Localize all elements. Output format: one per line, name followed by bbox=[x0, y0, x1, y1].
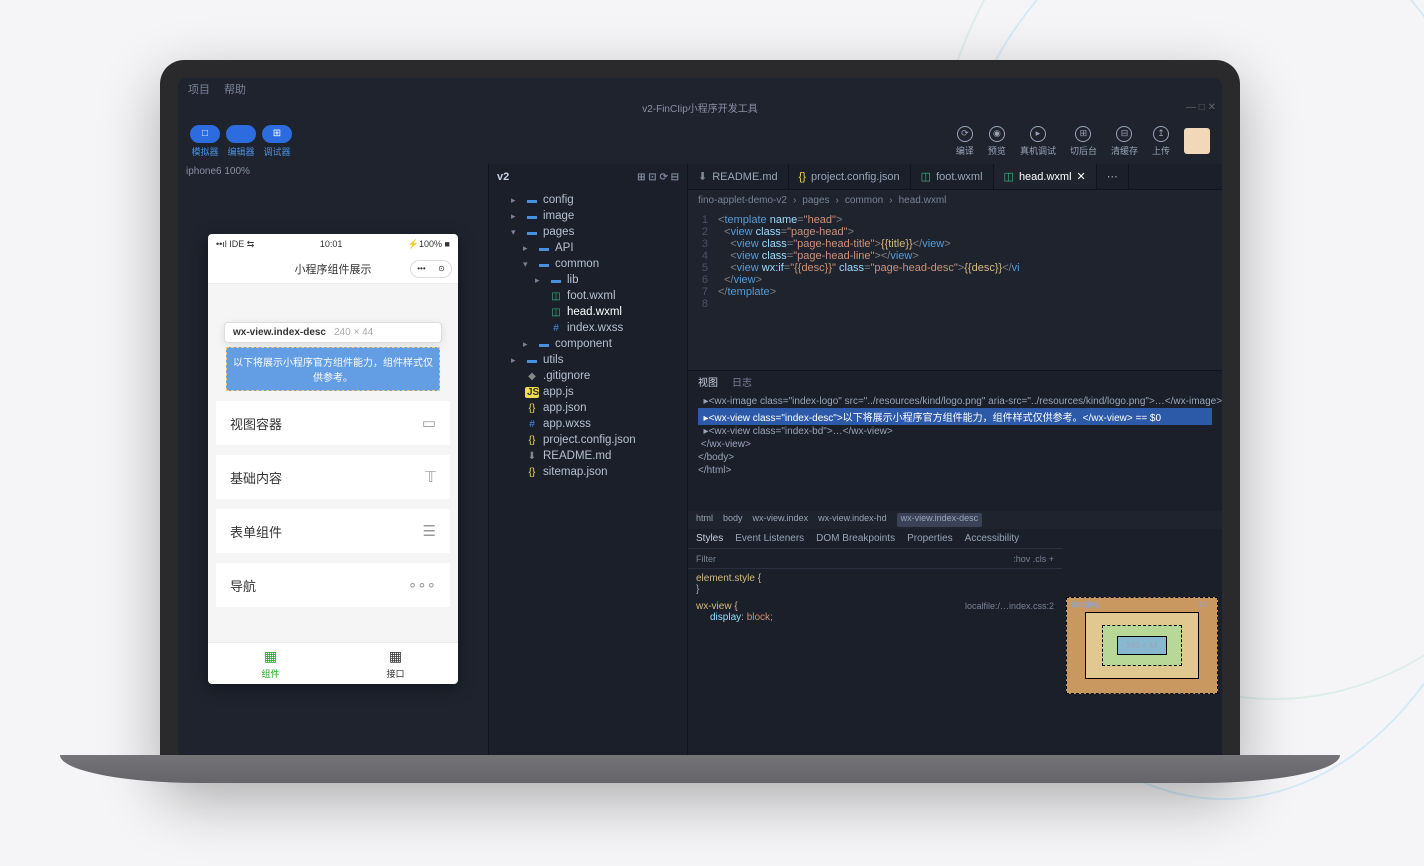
styles-filter[interactable]: Filter bbox=[696, 554, 716, 564]
breadcrumb[interactable]: fino-applet-demo-v2 › pages › common › h… bbox=[688, 190, 1222, 210]
action-清缓存[interactable]: ⊟清缓存 bbox=[1111, 126, 1138, 157]
tab-project.config.json[interactable]: {}project.config.json bbox=[789, 164, 911, 189]
phone-tabbar: ▦组件▦接口 bbox=[208, 642, 458, 684]
phone-tab-接口[interactable]: ▦接口 bbox=[333, 643, 458, 684]
explorer-header: v2 ⊞ ⊡ ⟳ ⊟ bbox=[489, 164, 687, 190]
dom-panel[interactable]: ▸<wx-image class="index-logo" src="../re… bbox=[688, 391, 1222, 511]
code-editor[interactable]: 1<template name="head">2 <view class="pa… bbox=[688, 210, 1222, 370]
styles-tab-DOM Breakpoints[interactable]: DOM Breakpoints bbox=[816, 533, 895, 544]
editor-tabs: ⬇README.md{}project.config.json◫foot.wxm… bbox=[688, 164, 1222, 190]
phone-simulator: ••ıl IDE ⇆ 10:01 ⚡100% ■ 小程序组件展示 •••⊙ wx… bbox=[208, 234, 458, 684]
tab-README.md[interactable]: ⬇README.md bbox=[688, 164, 789, 189]
tree-item-project.config.json[interactable]: {}project.config.json bbox=[493, 432, 683, 448]
tree-item-app.json[interactable]: {}app.json bbox=[493, 400, 683, 416]
styles-tab-Properties[interactable]: Properties bbox=[907, 533, 953, 544]
action-编译[interactable]: ⟳编译 bbox=[956, 126, 974, 157]
devtools-tab-日志[interactable]: 日志 bbox=[732, 374, 752, 389]
tree-item-utils[interactable]: ▸▬utils bbox=[493, 352, 683, 368]
tree-item-pages[interactable]: ▾▬pages bbox=[493, 224, 683, 240]
explorer-actions[interactable]: ⊞ ⊡ ⟳ ⊟ bbox=[637, 172, 679, 183]
capsule-menu[interactable]: •••⊙ bbox=[410, 260, 452, 278]
tree-item-API[interactable]: ▸▬API bbox=[493, 240, 683, 256]
tree-item-foot.wxml[interactable]: ◫foot.wxml bbox=[493, 288, 683, 304]
toolbar-模拟器[interactable]: □模拟器 bbox=[190, 125, 220, 158]
tree-item-image[interactable]: ▸▬image bbox=[493, 208, 683, 224]
tree-item-.gitignore[interactable]: ◆.gitignore bbox=[493, 368, 683, 384]
toolbar-编辑器[interactable]: 编辑器 bbox=[226, 125, 256, 158]
ide-screen: 项目 帮助 v2-FinCIip小程序开发工具 — □ ✕ □模拟器编辑器⊞调试… bbox=[178, 78, 1222, 762]
devtools: 视图日志 ▸<wx-image class="index-logo" src="… bbox=[688, 370, 1222, 762]
list-item[interactable]: 表单组件☰ bbox=[216, 509, 450, 553]
action-真机调试[interactable]: ▸真机调试 bbox=[1020, 126, 1056, 157]
tree-item-README.md[interactable]: ⬇README.md bbox=[493, 448, 683, 464]
menubar: 项目 帮助 bbox=[178, 78, 1222, 100]
device-selector[interactable]: iphone6 100% bbox=[178, 164, 488, 184]
laptop-frame: 项目 帮助 v2-FinCIip小程序开发工具 — □ ✕ □模拟器编辑器⊞调试… bbox=[160, 60, 1240, 780]
tab-foot.wxml[interactable]: ◫foot.wxml bbox=[911, 164, 994, 189]
toolbar-调试器[interactable]: ⊞调试器 bbox=[262, 125, 292, 158]
tree-item-sitemap.json[interactable]: {}sitemap.json bbox=[493, 464, 683, 480]
toolbar: □模拟器编辑器⊞调试器 ⟳编译 ◉预览 ▸真机调试 ⊞切后台 ⊟清缓存 ↥上传 bbox=[178, 118, 1222, 164]
highlighted-element[interactable]: 以下将展示小程序官方组件能力，组件样式仅供参考。 bbox=[226, 347, 440, 391]
list-item[interactable]: 视图容器▭ bbox=[216, 401, 450, 445]
tab-more[interactable]: ⋯ bbox=[1097, 164, 1129, 189]
editor-pane: ⬇README.md{}project.config.json◫foot.wxm… bbox=[688, 164, 1222, 762]
avatar[interactable] bbox=[1184, 128, 1210, 154]
action-上传[interactable]: ↥上传 bbox=[1152, 126, 1170, 157]
action-预览[interactable]: ◉预览 bbox=[988, 126, 1006, 157]
laptop-base bbox=[60, 755, 1340, 783]
simulator-pane: iphone6 100% ••ıl IDE ⇆ 10:01 ⚡100% ■ 小程… bbox=[178, 164, 488, 762]
tree-item-config[interactable]: ▸▬config bbox=[493, 192, 683, 208]
devtools-tab-视图[interactable]: 视图 bbox=[698, 374, 718, 389]
phone-tab-组件[interactable]: ▦组件 bbox=[208, 643, 333, 684]
window-controls[interactable]: — □ ✕ bbox=[1186, 102, 1216, 113]
file-explorer: v2 ⊞ ⊡ ⟳ ⊟ ▸▬config▸▬image▾▬pages▸▬API▾▬… bbox=[488, 164, 688, 762]
box-model: margin10 border padding 240 × 44 bbox=[1062, 529, 1222, 762]
menu-help[interactable]: 帮助 bbox=[224, 81, 246, 97]
menu-project[interactable]: 项目 bbox=[188, 81, 210, 97]
styles-rules[interactable]: element.style {}</span><div class="st-se… bbox=[688, 569, 1062, 633]
phone-navbar: 小程序组件展示 •••⊙ bbox=[208, 254, 458, 284]
tree-item-head.wxml[interactable]: ◫head.wxml bbox=[493, 304, 683, 320]
list-item[interactable]: 导航∘∘∘ bbox=[216, 563, 450, 607]
styles-tab-Accessibility[interactable]: Accessibility bbox=[965, 533, 1019, 544]
list-item[interactable]: 基础内容𝕋 bbox=[216, 455, 450, 499]
styles-tab-Styles[interactable]: Styles bbox=[696, 533, 723, 544]
tree-item-component[interactable]: ▸▬component bbox=[493, 336, 683, 352]
phone-statusbar: ••ıl IDE ⇆ 10:01 ⚡100% ■ bbox=[208, 234, 458, 254]
styles-toggles[interactable]: :hov .cls + bbox=[1013, 554, 1054, 564]
inspector-tooltip: wx-view.index-desc 240 × 44 bbox=[224, 322, 442, 343]
tree-item-index.wxss[interactable]: #index.wxss bbox=[493, 320, 683, 336]
tree-item-lib[interactable]: ▸▬lib bbox=[493, 272, 683, 288]
window-title: v2-FinCIip小程序开发工具 — □ ✕ bbox=[178, 100, 1222, 118]
tree-item-app.wxss[interactable]: #app.wxss bbox=[493, 416, 683, 432]
tab-head.wxml[interactable]: ◫head.wxml ✕ bbox=[994, 164, 1097, 189]
action-切后台[interactable]: ⊞切后台 bbox=[1070, 126, 1097, 157]
styles-tab-Event Listeners[interactable]: Event Listeners bbox=[735, 533, 804, 544]
dom-breadcrumb[interactable]: htmlbodywx-view.indexwx-view.index-hdwx-… bbox=[688, 511, 1222, 529]
tree-item-app.js[interactable]: JSapp.js bbox=[493, 384, 683, 400]
tree-item-common[interactable]: ▾▬common bbox=[493, 256, 683, 272]
